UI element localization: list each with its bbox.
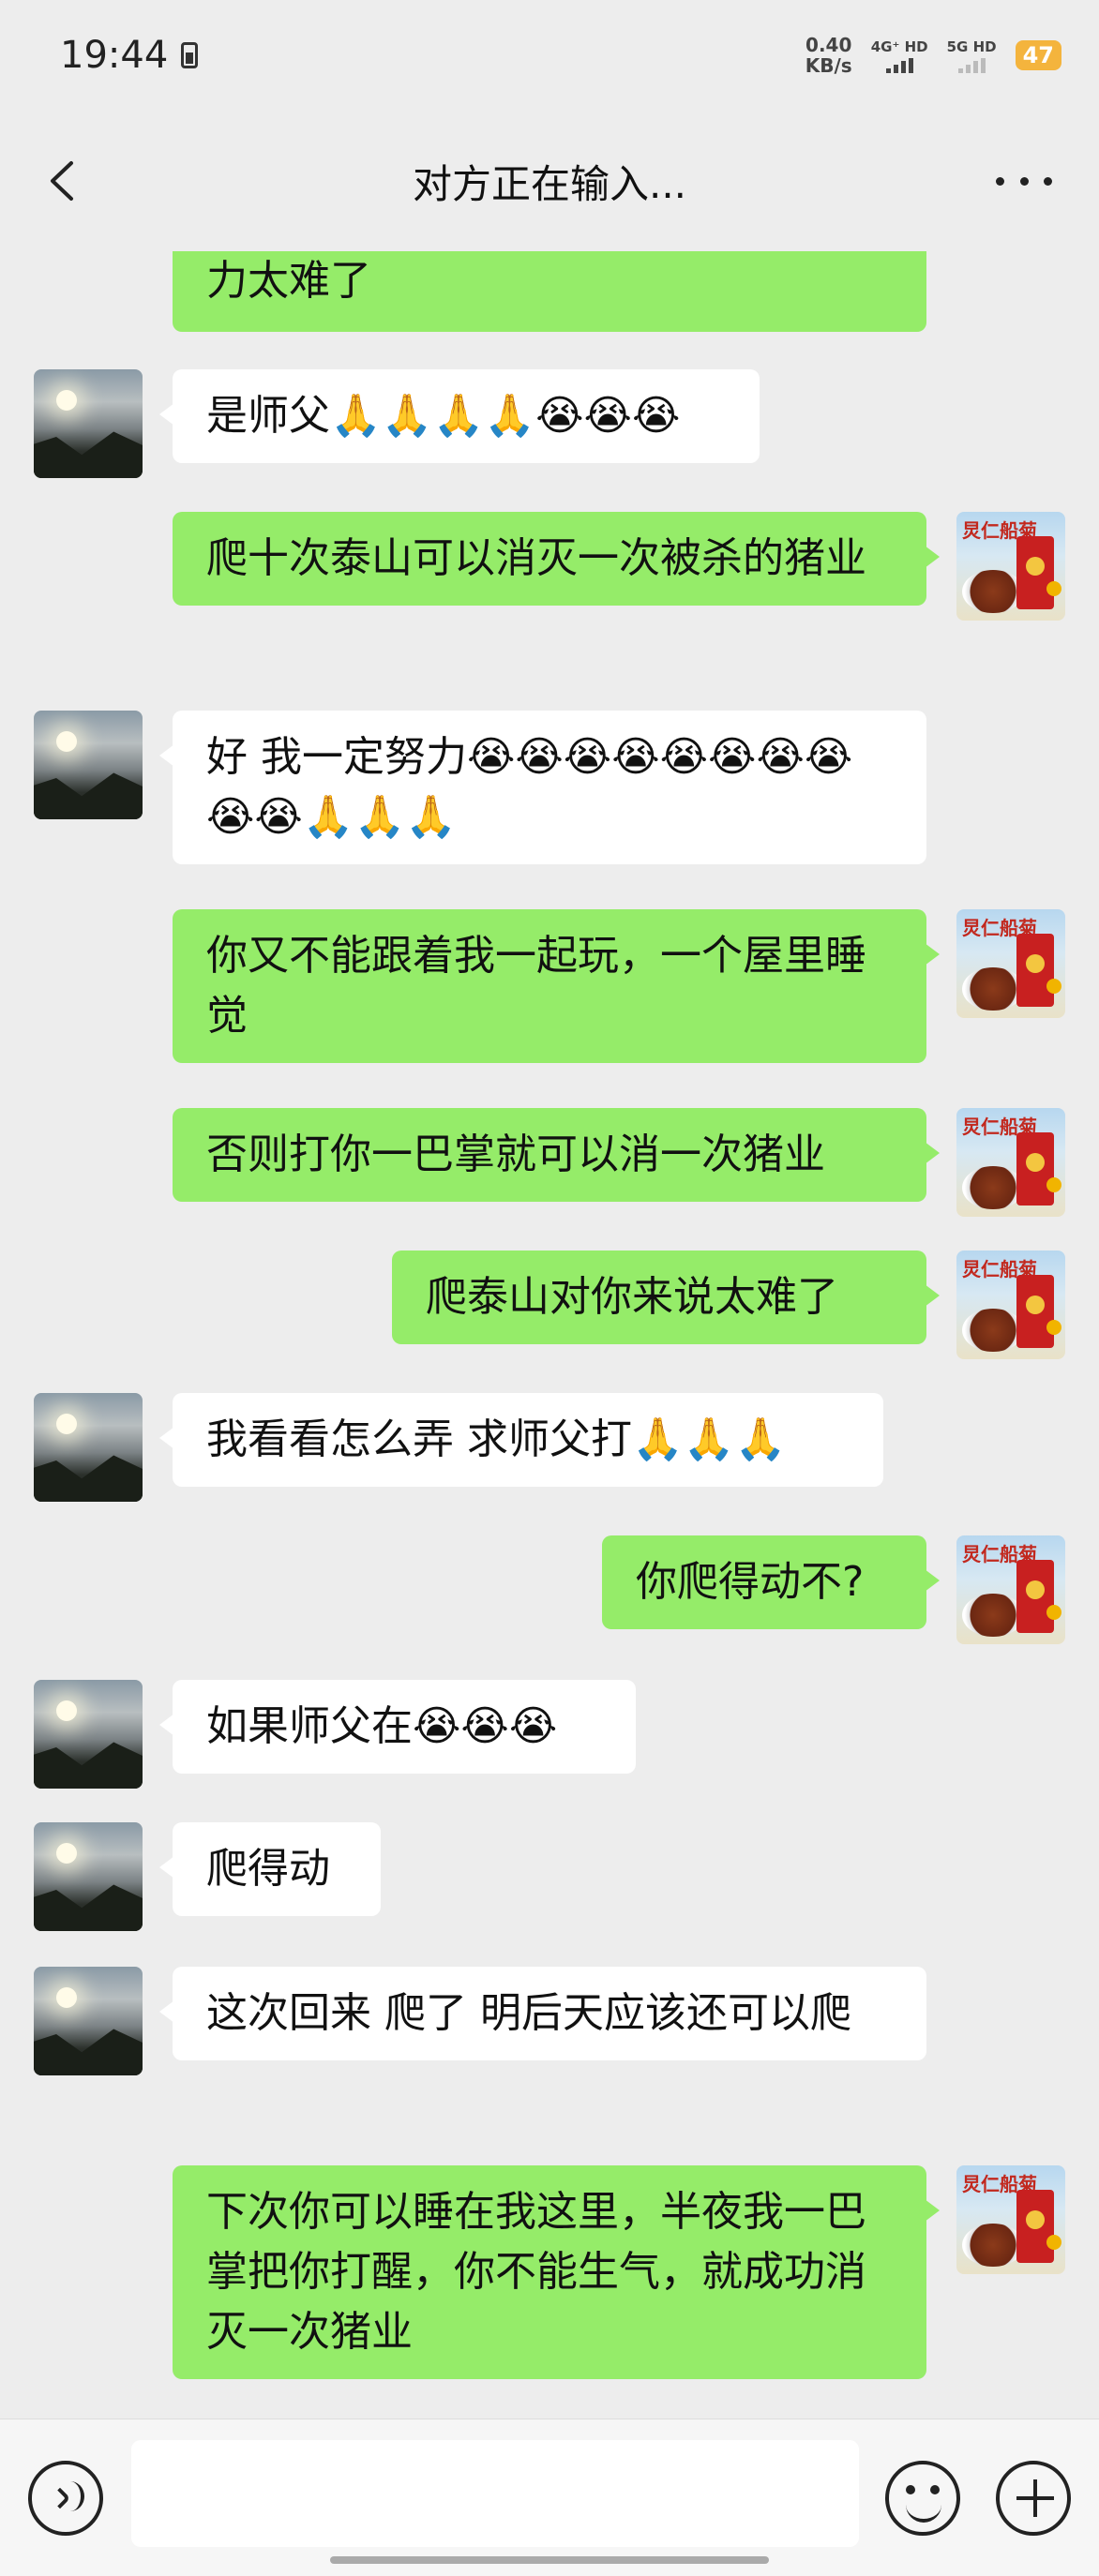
contact-avatar[interactable]: [34, 1393, 143, 1502]
message-text: 你又不能跟着我一起玩，一个屋里睡觉: [206, 932, 866, 1040]
message-bubble-outgoing[interactable]: 爬十次泰山可以消灭一次被杀的猪业: [173, 512, 940, 606]
sim-icon: [181, 42, 199, 68]
message-bubble-outgoing[interactable]: 你又不能跟着我一起玩，一个屋里睡觉: [173, 909, 940, 1063]
message-text: 你爬得动不?: [636, 1558, 865, 1606]
chat-header: 对方正在输入...: [0, 111, 1099, 251]
net-speed-value: 0.40: [805, 34, 852, 56]
contact-avatar[interactable]: [34, 1822, 143, 1931]
message-bubble-incoming[interactable]: 如果师父在😭😭😭: [159, 1680, 636, 1774]
plus-icon[interactable]: [996, 2461, 1071, 2536]
message-bubble-incoming[interactable]: 爬得动: [159, 1822, 381, 1916]
signal-1-label: 4G⁺ HD: [870, 37, 928, 55]
battery-level: 47: [1022, 42, 1054, 68]
message-bubble-outgoing[interactable]: 下次你可以睡在我这里，半夜我一巴掌把你打醒，你不能生气，就成功消灭一次猪业: [173, 2165, 940, 2379]
signal-icon: 5G HD: [947, 38, 997, 73]
signal-icon: 4G⁺ HD: [871, 38, 928, 73]
status-time: 19:44: [60, 34, 169, 77]
self-avatar[interactable]: 炅仁船菊: [956, 2165, 1065, 2274]
emoji-icon[interactable]: [885, 2461, 960, 2536]
status-bar: 19:44 0.40 KB/s 4G⁺ HD 5G HD 47: [0, 0, 1099, 111]
message-bubble-outgoing[interactable]: 力太难了: [173, 251, 926, 332]
message-text: 我看看怎么弄 求师父打🙏🙏🙏: [206, 1415, 787, 1463]
battery-icon: 47: [1015, 40, 1061, 70]
status-time-group: 19:44: [60, 34, 199, 77]
net-speed: 0.40 KB/s: [805, 35, 852, 76]
message-input[interactable]: [131, 2440, 859, 2547]
message-text: 好 我一定努力😭😭😭😭😭😭😭😭😭😭🙏🙏🙏: [206, 733, 853, 841]
message-text: 下次你可以睡在我这里，半夜我一巴掌把你打醒，你不能生气，就成功消灭一次猪业: [206, 2188, 866, 2356]
message-text: 力太难了: [206, 257, 371, 305]
message-bubble-incoming[interactable]: 我看看怎么弄 求师父打🙏🙏🙏: [159, 1393, 883, 1487]
message-text: 否则打你一巴掌就可以消一次猪业: [206, 1131, 825, 1178]
message-bubble-incoming[interactable]: 是师父🙏🙏🙏🙏😭😭😭: [159, 369, 760, 463]
home-indicator[interactable]: [330, 2556, 769, 2564]
contact-avatar[interactable]: [34, 711, 143, 819]
net-speed-unit: KB/s: [805, 54, 852, 77]
input-bar: [0, 2419, 1099, 2576]
self-avatar[interactable]: 炅仁船菊: [956, 909, 1065, 1018]
message-bubble-outgoing[interactable]: 否则打你一巴掌就可以消一次猪业: [173, 1108, 940, 1202]
self-avatar[interactable]: 炅仁船菊: [956, 1535, 1065, 1644]
message-text: 这次回来 爬了 明后天应该还可以爬: [206, 1989, 851, 2037]
chat-messages[interactable]: 力太难了 是师父🙏🙏🙏🙏😭😭😭 爬十次泰山可以消灭一次被杀的猪业 炅仁船菊 好 …: [0, 251, 1099, 2419]
contact-avatar[interactable]: [34, 1967, 143, 2075]
signal-2-label: 5G HD: [946, 37, 997, 55]
self-avatar[interactable]: 炅仁船菊: [956, 1108, 1065, 1217]
more-icon[interactable]: [996, 162, 1052, 200]
message-text: 是师父🙏🙏🙏🙏😭😭😭: [206, 392, 681, 440]
message-bubble-outgoing[interactable]: 你爬得动不?: [602, 1535, 940, 1629]
contact-avatar[interactable]: [34, 369, 143, 478]
back-icon[interactable]: [41, 157, 88, 204]
message-bubble-incoming[interactable]: 这次回来 爬了 明后天应该还可以爬: [159, 1967, 926, 2060]
message-text: 爬得动: [206, 1845, 330, 1893]
message-text: 爬泰山对你来说太难了: [426, 1273, 838, 1321]
message-text: 如果师父在😭😭😭: [206, 1702, 558, 1750]
self-avatar[interactable]: 炅仁船菊: [956, 1251, 1065, 1359]
status-indicators: 0.40 KB/s 4G⁺ HD 5G HD 47: [805, 35, 1061, 76]
message-bubble-outgoing[interactable]: 爬泰山对你来说太难了: [392, 1251, 940, 1344]
message-bubble-incoming[interactable]: 好 我一定努力😭😭😭😭😭😭😭😭😭😭🙏🙏🙏: [159, 711, 926, 864]
message-text: 爬十次泰山可以消灭一次被杀的猪业: [206, 534, 866, 582]
chat-title: 对方正在输入...: [412, 160, 687, 207]
voice-icon[interactable]: [28, 2461, 103, 2536]
self-avatar[interactable]: 炅仁船菊: [956, 512, 1065, 621]
contact-avatar[interactable]: [34, 1680, 143, 1789]
